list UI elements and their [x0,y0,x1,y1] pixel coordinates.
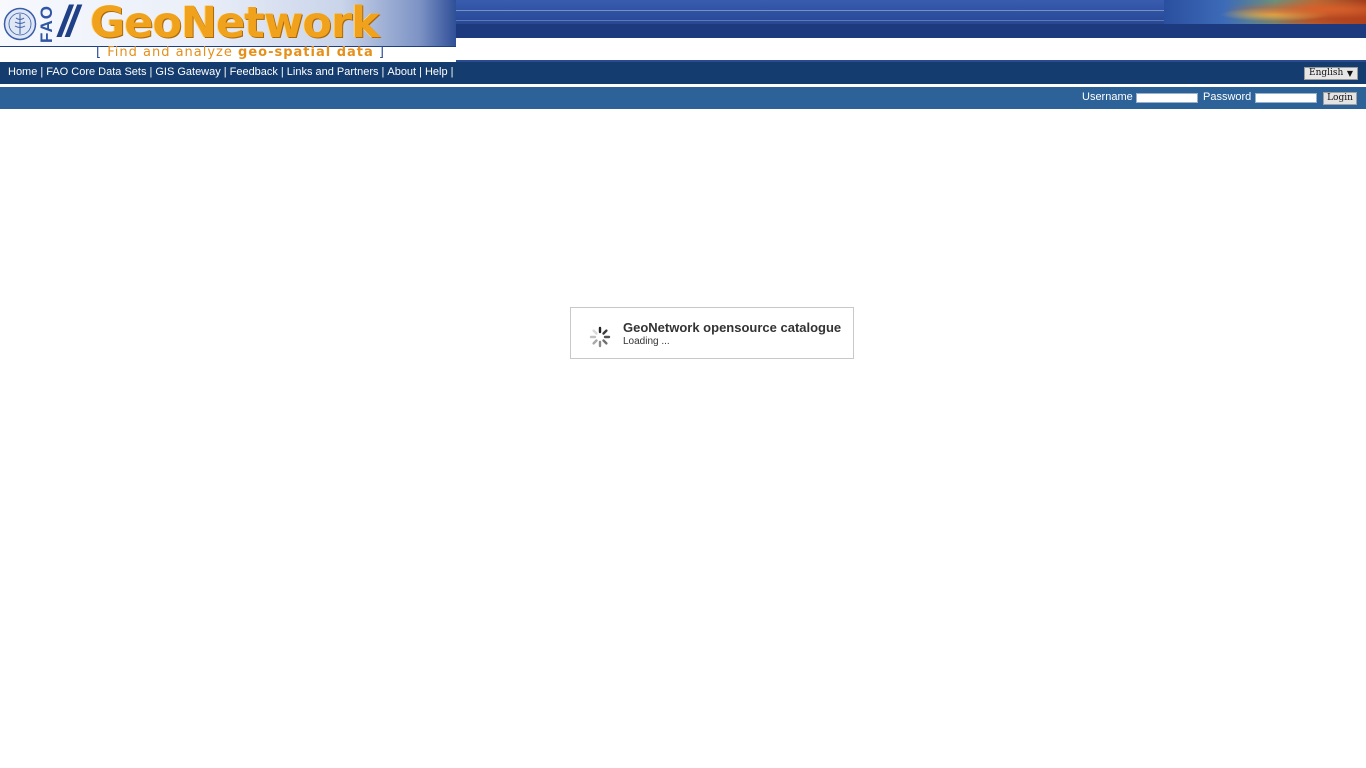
nav-link-home[interactable]: Home [8,66,37,78]
language-select[interactable]: English ▼ [1304,67,1358,80]
nav-links: Home | FAO Core Data Sets | GIS Gateway | Feed… [8,66,453,78]
loading-title: GeoNetwork opensource catalogue [623,320,842,335]
header-banner: FAO // GeoNetwork [ Find and analyze geo… [0,0,1366,62]
fao-label: FAO [37,5,56,43]
login-bar: Username Password Login [0,87,1366,109]
loading-message: Loading ... [623,336,670,347]
chevron-down-icon: ▼ [1346,69,1353,78]
username-input[interactable] [1136,93,1198,103]
tagline-plain: Find and analyze [107,45,233,60]
tagline-bracket-open: [ [96,45,103,60]
nav-separator: | [450,66,454,78]
password-input[interactable] [1255,93,1317,103]
nav-separator: | [40,66,44,78]
nav-separator: | [223,66,227,78]
nav-link-feedback[interactable]: Feedback [230,66,278,78]
loading-dialog: GeoNetwork opensource catalogue Loading … [570,307,854,359]
nav-link-gis-gateway[interactable]: GIS Gateway [155,66,220,78]
banner-decor-right [456,0,1366,38]
nav-separator: | [149,66,153,78]
tagline: [ Find and analyze geo-spatial data ] [96,45,385,60]
banner-stripe [456,10,1164,11]
logo-slashes: // [58,0,79,46]
geonetwork-logo-area: FAO // GeoNetwork [0,0,456,47]
tagline-bold: geo-spatial data [238,45,374,60]
language-selected: English [1309,68,1344,78]
tagline-bracket-close: ] [378,45,385,60]
nav-link-links-and-partners[interactable]: Links and Partners [287,66,379,78]
top-navigation: Home | FAO Core Data Sets | GIS Gateway | Feed… [0,62,1366,84]
earth-imagery-icon [1164,0,1366,24]
nav-separator: | [280,66,284,78]
login-button[interactable]: Login [1323,92,1357,105]
banner-stripe [456,20,1164,21]
username-label: Username [1082,91,1133,103]
geonetwork-logo-text: GeoNetwork [90,0,380,47]
nav-separator: | [419,66,422,78]
loading-spinner-icon [589,326,611,348]
nav-link-fao-core-data-sets[interactable]: FAO Core Data Sets [46,66,146,78]
nav-link-help[interactable]: Help [425,66,448,78]
nav-link-about[interactable]: About [387,66,416,78]
fao-emblem-icon [3,7,37,41]
banner-band [456,24,1366,38]
password-label: Password [1203,91,1252,103]
